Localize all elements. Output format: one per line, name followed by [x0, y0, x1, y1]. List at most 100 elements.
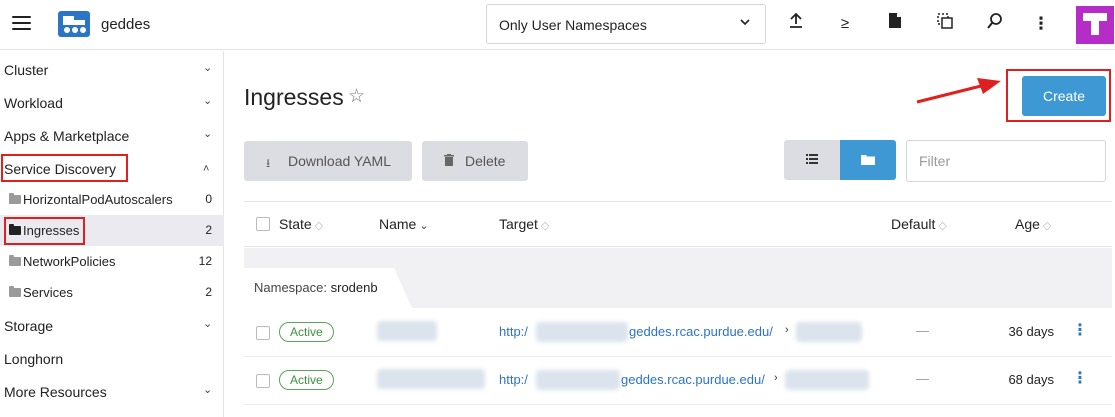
sidebar-item-label: Services	[23, 285, 73, 300]
nav-group-label: More Resources	[4, 384, 107, 400]
sidebar-item-label: Ingresses	[23, 223, 80, 238]
status-badge: Active	[279, 322, 334, 342]
annotation-arrow-icon	[916, 78, 1001, 104]
table-row: Active http:/ geddes.rcac.purdue.edu/ › …	[244, 357, 1112, 405]
sort-icon: ◇	[938, 220, 947, 232]
nav-group-longhorn[interactable]: Longhorn	[0, 342, 224, 374]
row-actions-icon[interactable]: ⋮	[1072, 368, 1088, 388]
chevron-down-icon: ⌄	[203, 95, 213, 107]
row-checkbox[interactable]	[256, 374, 270, 388]
column-header-age[interactable]: Age ◇	[1015, 216, 1051, 232]
top-bar: geddes Only User Namespaces ≥ ⋮	[0, 0, 1115, 50]
group-by-namespace-button[interactable]	[840, 140, 896, 180]
status-badge: Active	[279, 370, 334, 390]
column-header-default[interactable]: Default ◇	[891, 216, 947, 232]
default-value: —	[916, 323, 929, 338]
download-yaml-button[interactable]: ⭳ Download YAML	[244, 141, 412, 181]
star-icon[interactable]: ☆	[348, 85, 365, 108]
sort-down-icon: ⌄	[419, 220, 429, 232]
chevron-down-icon: ⌄	[203, 128, 213, 140]
cluster-logo-icon	[58, 11, 90, 37]
search-icon[interactable]	[983, 12, 1007, 36]
sidebar-item-label: HorizontalPodAutoscalers	[23, 192, 173, 207]
folder-icon	[9, 224, 21, 235]
namespace-group-label: Namespace: srodenb	[254, 280, 378, 295]
sidebar-item-label: NetworkPolicies	[23, 254, 116, 269]
sidebar-item-ingresses[interactable]: Ingresses 2	[0, 215, 224, 246]
target-link-suffix[interactable]: geddes.rcac.purdue.edu/	[621, 372, 765, 387]
shell-icon[interactable]: ≥	[833, 12, 857, 36]
copy-config-icon[interactable]	[933, 12, 957, 36]
create-button[interactable]: Create	[1022, 76, 1106, 116]
upload-icon[interactable]	[784, 12, 808, 36]
user-avatar[interactable]	[1076, 6, 1114, 44]
select-all-checkbox[interactable]	[256, 217, 270, 231]
sidebar-item-services[interactable]: Services 2	[0, 277, 224, 308]
column-header-label: Default	[891, 216, 936, 232]
sidebar-item-count: 12	[198, 254, 212, 268]
sort-icon: ◇	[1042, 220, 1052, 232]
folder-icon	[861, 155, 875, 165]
nav-group-label: Apps & Marketplace	[4, 128, 130, 144]
chevron-down-icon: ⌄	[203, 384, 213, 396]
nav-group-storage[interactable]: Storage ⌄	[0, 309, 224, 341]
namespace-group-name: srodenb	[330, 280, 378, 295]
chevron-down-icon: ⌄	[203, 62, 213, 74]
sidebar: Cluster ⌄ Workload ⌄ Apps & Marketplace …	[0, 51, 224, 417]
file-icon[interactable]	[883, 12, 907, 36]
list-view-button[interactable]	[784, 140, 840, 180]
sidebar-item-count: 2	[205, 223, 212, 237]
target-link-suffix[interactable]: geddes.rcac.purdue.edu/	[629, 324, 773, 339]
page-title: Ingresses	[244, 84, 344, 110]
target-link-prefix[interactable]: http:/	[499, 372, 528, 387]
redacted-name	[377, 369, 485, 389]
folder-icon	[9, 286, 21, 297]
redacted-service	[785, 370, 869, 390]
nav-group-workload[interactable]: Workload ⌄	[0, 86, 224, 118]
namespace-group-prefix: Namespace:	[254, 280, 327, 295]
sidebar-item-networkpolicies[interactable]: NetworkPolicies 12	[0, 246, 224, 277]
delete-button[interactable]: Delete	[422, 141, 528, 181]
sidebar-item-count: 0	[205, 192, 212, 206]
redacted-host	[536, 370, 620, 390]
namespace-select[interactable]: Only User Namespaces	[486, 4, 766, 44]
redacted-service	[796, 322, 862, 342]
cluster-name: geddes	[101, 16, 151, 33]
nav-group-label: Workload	[4, 95, 63, 111]
chevron-up-icon: ˄	[203, 163, 210, 175]
column-header-label: State	[279, 216, 312, 232]
table-header: State ◇ Name ⌄ Target ◇ Default ◇ Age ◇	[244, 201, 1112, 247]
redacted-host	[536, 322, 628, 342]
column-header-name[interactable]: Name ⌄	[379, 216, 429, 232]
trash-icon	[444, 154, 454, 169]
row-checkbox[interactable]	[256, 326, 270, 340]
age-value: 68 days	[1008, 372, 1054, 387]
nav-group-label: Service Discovery	[4, 161, 117, 177]
namespace-select-value: Only User Namespaces	[499, 17, 647, 33]
chevron-down-icon	[739, 15, 751, 31]
column-header-label: Target	[499, 216, 538, 232]
filter-input[interactable]	[906, 140, 1106, 182]
chevron-down-icon: ⌄	[203, 318, 213, 330]
nav-group-label: Storage	[4, 318, 54, 334]
row-actions-icon[interactable]: ⋮	[1072, 320, 1088, 340]
nav-group-apps-marketplace[interactable]: Apps & Marketplace ⌄	[0, 119, 224, 151]
more-icon[interactable]: ⋮	[1029, 12, 1053, 36]
column-header-label: Age	[1015, 216, 1040, 232]
menu-icon[interactable]	[12, 16, 31, 31]
sidebar-item-horizontalpodautoscalers[interactable]: HorizontalPodAutoscalers 0	[0, 184, 224, 215]
nav-group-cluster[interactable]: Cluster ⌄	[0, 53, 224, 85]
list-icon	[806, 154, 818, 164]
chevron-right-icon: ›	[785, 324, 789, 336]
column-header-label: Name	[379, 216, 417, 232]
redacted-name	[377, 321, 437, 341]
nav-group-more-resources[interactable]: More Resources ⌄	[0, 375, 224, 407]
column-header-state[interactable]: State ◇	[279, 216, 323, 232]
column-header-target[interactable]: Target ◇	[499, 216, 549, 232]
chevron-right-icon: ›	[774, 372, 778, 384]
delete-label: Delete	[465, 153, 506, 169]
download-yaml-label: Download YAML	[288, 153, 391, 169]
nav-group-service-discovery[interactable]: Service Discovery ˄	[0, 152, 224, 184]
folder-icon	[9, 193, 21, 204]
target-link-prefix[interactable]: http:/	[499, 324, 528, 339]
